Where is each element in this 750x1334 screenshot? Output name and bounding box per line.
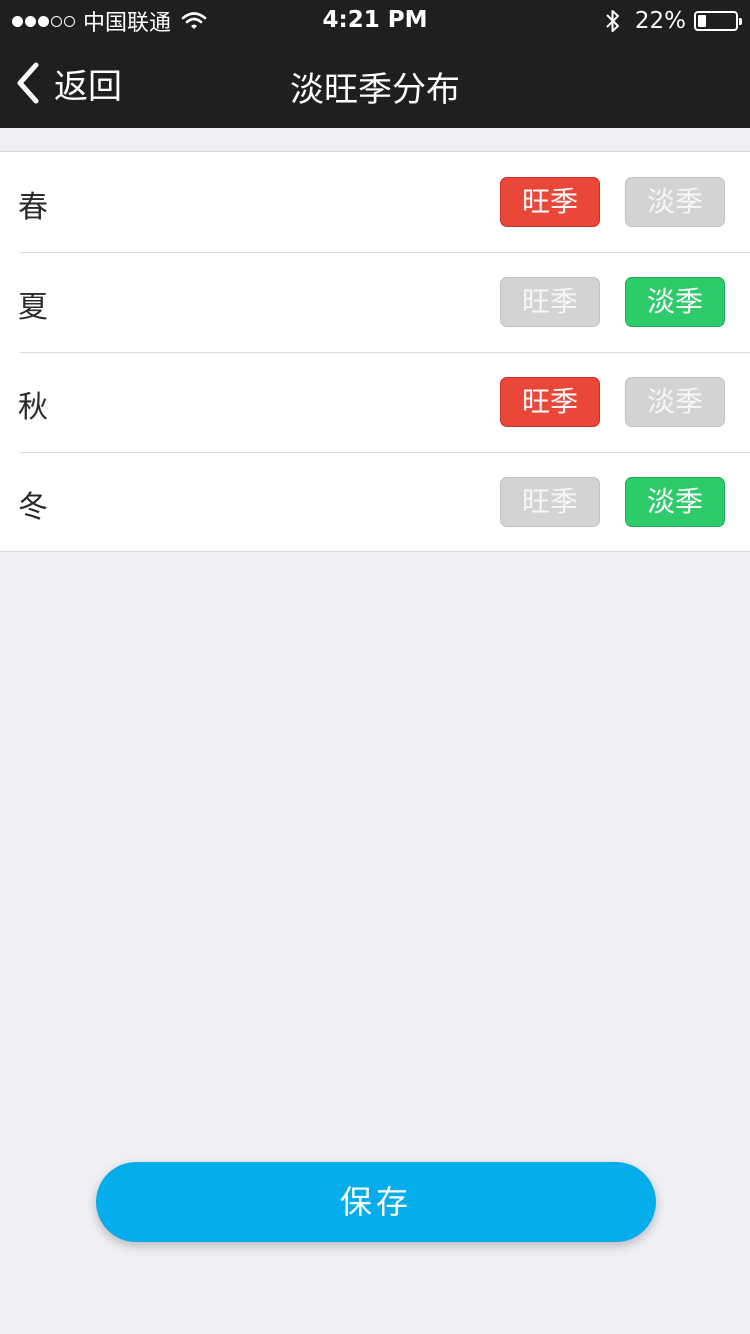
- status-bar: 中国联通 4:21 PM 22%: [0, 0, 750, 40]
- battery-nub: [739, 18, 742, 25]
- season-label: 冬: [18, 490, 48, 525]
- peak-season-button[interactable]: 旺季: [500, 177, 600, 227]
- season-row: 夏 旺季 淡季: [0, 252, 750, 352]
- off-season-button[interactable]: 淡季: [625, 377, 725, 427]
- nav-bar: 返回 淡旺季分布: [0, 40, 750, 128]
- off-season-button[interactable]: 淡季: [625, 477, 725, 527]
- season-row: 春 旺季 淡季: [0, 152, 750, 252]
- peak-season-button[interactable]: 旺季: [500, 277, 600, 327]
- off-season-button[interactable]: 淡季: [625, 277, 725, 327]
- peak-season-button[interactable]: 旺季: [500, 377, 600, 427]
- season-label: 秋: [18, 390, 48, 425]
- bluetooth-icon: [606, 10, 619, 32]
- save-button[interactable]: 保存: [96, 1162, 656, 1242]
- status-right: 22%: [605, 7, 742, 35]
- season-label: 春: [18, 190, 48, 225]
- off-season-button[interactable]: 淡季: [625, 177, 725, 227]
- season-row: 秋 旺季 淡季: [0, 352, 750, 452]
- battery-fill: [698, 15, 706, 27]
- season-list: 春 旺季 淡季 夏 旺季 淡季 秋 旺季 淡季 冬 旺季 淡季: [0, 151, 750, 552]
- battery-percent: 22%: [634, 8, 686, 34]
- page-title: 淡旺季分布: [290, 70, 460, 110]
- peak-season-button[interactable]: 旺季: [500, 477, 600, 527]
- season-row: 冬 旺季 淡季: [0, 452, 750, 552]
- season-label: 夏: [18, 290, 48, 325]
- screen: 中国联通 4:21 PM 22% 返回 淡旺季分布 春 旺季 淡季 夏 旺季 淡…: [0, 0, 750, 1334]
- battery-icon: [694, 11, 742, 31]
